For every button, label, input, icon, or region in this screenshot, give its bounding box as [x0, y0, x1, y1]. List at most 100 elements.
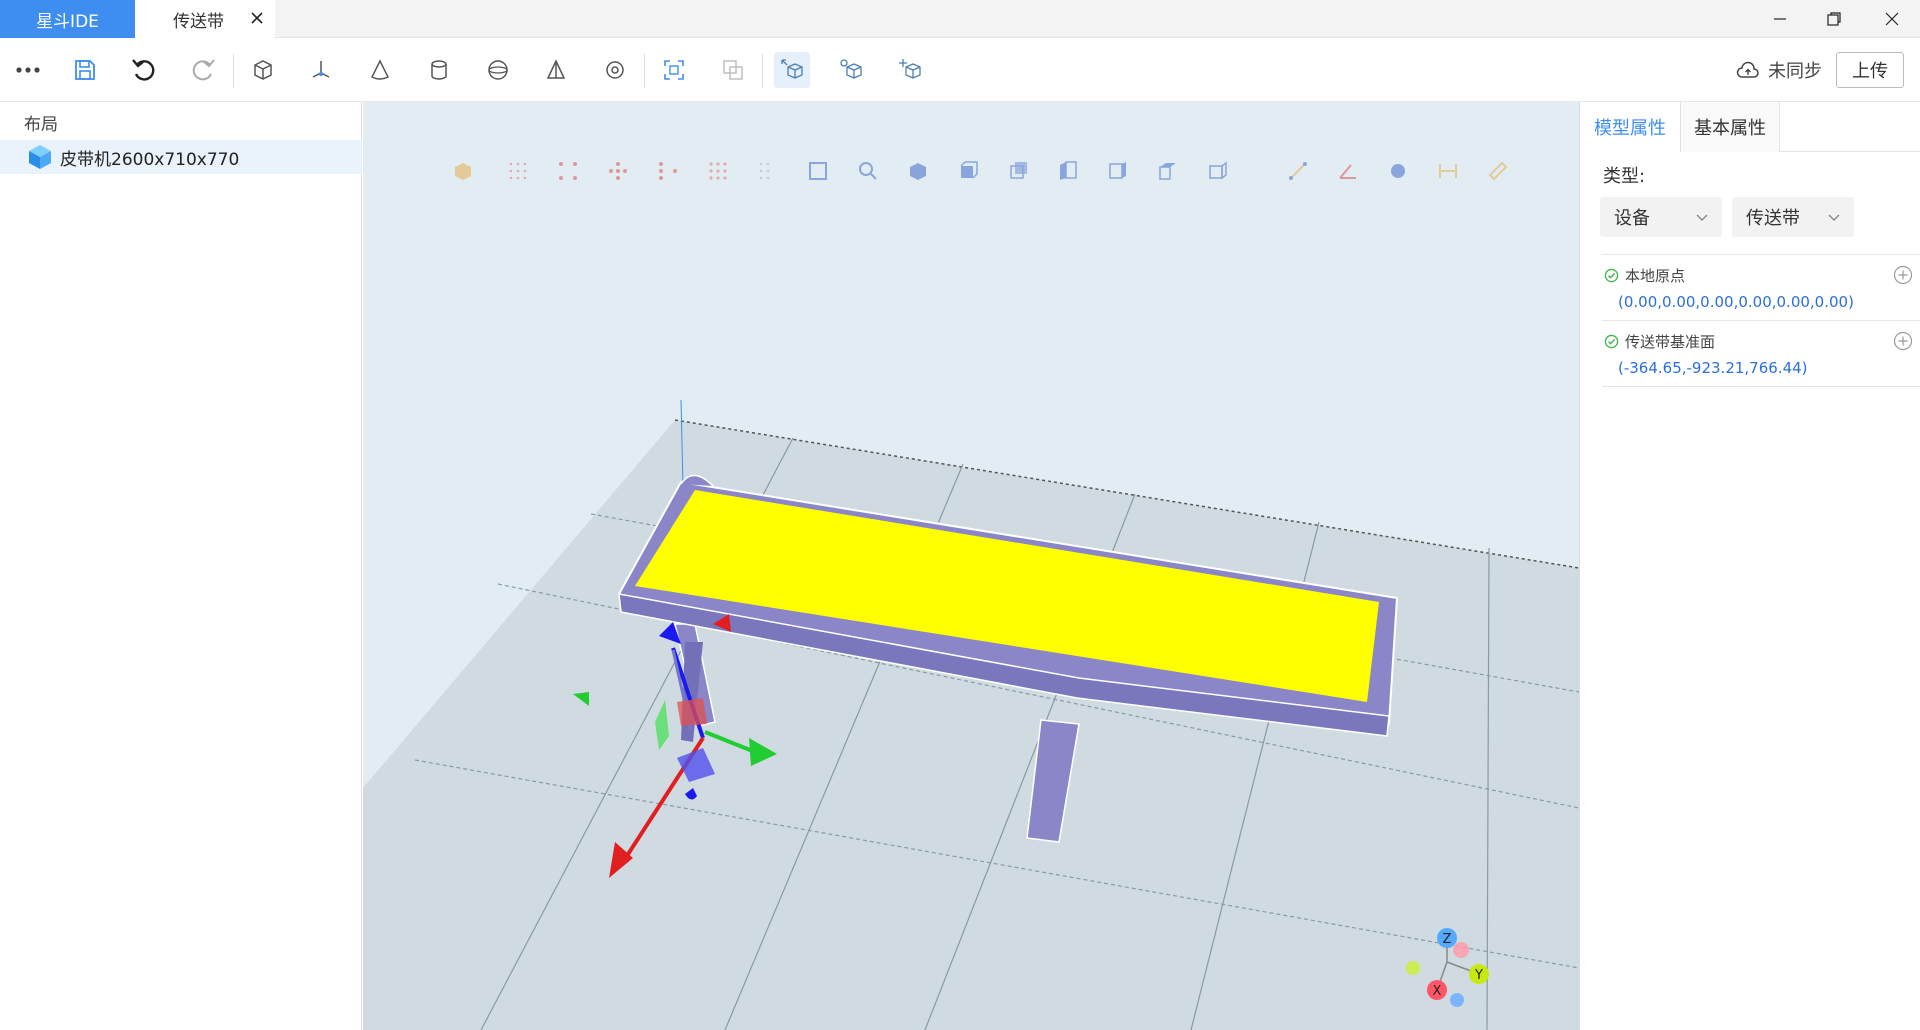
- add-circle-icon[interactable]: [1893, 265, 1913, 285]
- add-circle-icon[interactable]: [1893, 331, 1913, 351]
- viewport-toolbar: [363, 102, 1579, 222]
- undo-button[interactable]: [126, 52, 162, 88]
- restore-icon: [1827, 12, 1841, 26]
- type-label: 类型:: [1603, 166, 1646, 187]
- chevron-down-icon: [1696, 214, 1708, 221]
- type-select-category-value: 设备: [1614, 208, 1650, 229]
- frame-icon: [809, 162, 827, 180]
- ruler-button[interactable]: [1483, 156, 1513, 186]
- floor-plane: [363, 420, 1579, 1030]
- sphere-icon: [488, 60, 508, 80]
- zoom-select-button[interactable]: [853, 156, 883, 186]
- divider: [1602, 386, 1920, 387]
- bounding-box-button[interactable]: [803, 156, 833, 186]
- view-top-button[interactable]: [1153, 156, 1183, 186]
- axis-neg-z-dot: [1453, 942, 1469, 958]
- type-select-category[interactable]: 设备: [1600, 197, 1722, 237]
- cube-right-icon: [1109, 162, 1126, 179]
- cube-front-icon: [960, 161, 978, 179]
- save-button[interactable]: [67, 52, 103, 88]
- fit-view-button[interactable]: [656, 52, 692, 88]
- measure-distance-button[interactable]: [1433, 156, 1463, 186]
- minimize-icon: [1774, 18, 1786, 20]
- cube-left-icon: [1060, 161, 1077, 180]
- cube-icon: [29, 145, 51, 169]
- view-left-button[interactable]: [1053, 156, 1083, 186]
- property-local-origin[interactable]: 本地原点 (0.00,0.00,0.00,0.00,0.00,0.00): [1602, 254, 1920, 320]
- tab-app-home[interactable]: 星斗IDE: [0, 0, 135, 38]
- snap-edge-button[interactable]: [653, 156, 683, 186]
- cone-tool-button[interactable]: [362, 52, 398, 88]
- more-button[interactable]: [10, 52, 46, 88]
- move-mode-button[interactable]: [833, 52, 869, 88]
- torus-tool-button[interactable]: [597, 52, 633, 88]
- app-tab-label: 星斗IDE: [36, 11, 99, 32]
- type-select-subtype-value: 传送带: [1746, 208, 1800, 229]
- sync-status[interactable]: 未同步: [1736, 56, 1822, 84]
- tab-model-properties[interactable]: 模型属性: [1580, 102, 1680, 152]
- select-mode-button[interactable]: [774, 52, 810, 88]
- shaded-box-icon: [455, 163, 471, 180]
- box-tool-button[interactable]: [245, 52, 281, 88]
- distance-icon: [1439, 164, 1457, 178]
- tab-basic-properties[interactable]: 基本属性: [1680, 102, 1780, 152]
- plane-tool-button[interactable]: [303, 52, 339, 88]
- chevron-down-icon: [1828, 214, 1840, 221]
- snap-off-button[interactable]: [753, 156, 783, 186]
- angle-icon: [1339, 164, 1356, 179]
- line-tool-icon: [1289, 162, 1307, 180]
- torus-icon: [606, 61, 624, 79]
- gizmo-plane-xz[interactable]: [677, 698, 707, 726]
- restore-button[interactable]: [1806, 0, 1862, 38]
- cloud-upload-icon: [1736, 61, 1759, 78]
- add-mode-button[interactable]: [892, 52, 928, 88]
- cube-plus-icon: [899, 59, 921, 79]
- view-right-button[interactable]: [1103, 156, 1133, 186]
- 3d-scene[interactable]: Z Y X: [363, 102, 1579, 1030]
- more-dots-icon: [16, 67, 40, 73]
- boolean-button[interactable]: [715, 52, 751, 88]
- sphere-tool-button[interactable]: [480, 52, 516, 88]
- toolbar-separator: [644, 54, 645, 88]
- cylinder-icon: [431, 60, 447, 80]
- upload-button[interactable]: 上传: [1836, 52, 1904, 88]
- properties-tabs: 模型属性 基本属性: [1580, 102, 1920, 152]
- cube-move-icon: [840, 59, 862, 79]
- property-value: (0.00,0.00,0.00,0.00,0.00,0.00): [1618, 293, 1854, 311]
- view-front-button[interactable]: [953, 156, 983, 186]
- title-bar: 星斗IDE 传送带: [0, 0, 1920, 38]
- pyramid-tool-button[interactable]: [538, 52, 574, 88]
- plane-axis-icon: [312, 61, 330, 78]
- minimize-button[interactable]: [1752, 0, 1808, 38]
- measure-point-button[interactable]: [1383, 156, 1413, 186]
- snap-corner-button[interactable]: [553, 156, 583, 186]
- tree-item[interactable]: 皮带机2600x710x770: [0, 140, 362, 174]
- type-select-subtype[interactable]: 传送带: [1732, 197, 1854, 237]
- close-tab-icon[interactable]: [247, 8, 267, 28]
- property-belt-reference-plane[interactable]: 传送带基准面 (-364.65,-923.21,766.44): [1602, 320, 1920, 386]
- check-circle-icon: [1604, 334, 1619, 349]
- view-iso-button[interactable]: [903, 156, 933, 186]
- material-view-button[interactable]: [448, 156, 478, 186]
- main-toolbar: 未同步 上传: [0, 38, 1920, 102]
- snap-center-button[interactable]: [603, 156, 633, 186]
- measure-line-button[interactable]: [1283, 156, 1313, 186]
- 3d-viewport[interactable]: Z Y X: [363, 102, 1579, 1030]
- check-circle-icon: [1604, 268, 1619, 283]
- close-icon: [1885, 12, 1899, 26]
- cylinder-tool-button[interactable]: [421, 52, 457, 88]
- pyramid-icon: [546, 59, 566, 79]
- redo-button[interactable]: [185, 52, 221, 88]
- axis-x-label: X: [1433, 984, 1442, 999]
- property-header: 本地原点: [1604, 265, 1685, 286]
- view-back-button[interactable]: [1003, 156, 1033, 186]
- toolbar-separator: [762, 54, 763, 88]
- box-icon: [254, 60, 272, 80]
- close-window-button[interactable]: [1864, 0, 1920, 38]
- snap-all-button[interactable]: [703, 156, 733, 186]
- measure-angle-button[interactable]: [1333, 156, 1363, 186]
- doc-tab-label: 传送带: [173, 11, 224, 32]
- view-bottom-button[interactable]: [1203, 156, 1233, 186]
- snap-grid-button[interactable]: [503, 156, 533, 186]
- fit-view-icon: [664, 60, 684, 80]
